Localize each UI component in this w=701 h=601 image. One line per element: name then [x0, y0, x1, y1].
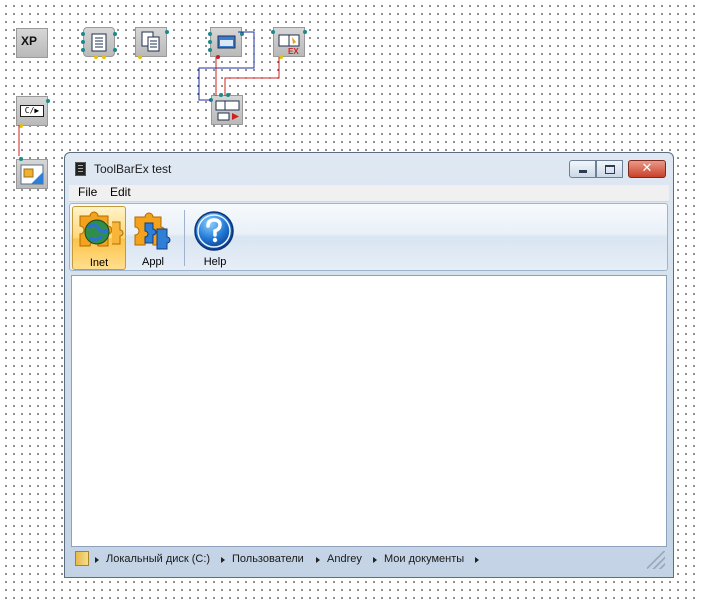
breadcrumb-users[interactable]: Пользователи [232, 553, 304, 565]
toolbar-button-inet[interactable]: Inet [72, 206, 126, 270]
breadcrumb-drive[interactable]: Локальный диск (C:) [106, 553, 210, 565]
toolbar-button-help[interactable]: Help [188, 206, 242, 270]
chevron-right-icon[interactable] [221, 557, 225, 563]
toolbar-separator [184, 210, 185, 266]
toolbar-label-inet: Inet [89, 257, 109, 269]
folder-icon[interactable] [75, 551, 89, 566]
wire-blue [198, 31, 255, 101]
minimize-button[interactable] [569, 160, 596, 178]
close-icon: ✕ [641, 161, 653, 176]
app-icon [75, 162, 86, 176]
menu-bar: File Edit [69, 185, 669, 202]
chevron-right-icon[interactable] [373, 557, 377, 563]
help-icon [194, 211, 234, 251]
window-title: ToolBarEx test [94, 162, 172, 176]
title-bar[interactable]: ToolBarEx test ✕ [65, 153, 673, 185]
close-button[interactable]: ✕ [628, 160, 666, 178]
content-area[interactable] [71, 275, 667, 547]
resize-grip[interactable] [647, 551, 665, 569]
app-window: ToolBarEx test ✕ File Edit Inet Appl Hel… [64, 152, 674, 578]
breadcrumb-user[interactable]: Andrey [327, 553, 362, 565]
toolbar-label-help: Help [203, 256, 227, 268]
toolbar-button-appl[interactable]: Appl [126, 206, 180, 270]
chevron-right-icon[interactable] [95, 557, 99, 563]
breadcrumb-documents[interactable]: Мои документы [384, 553, 464, 565]
toolbar: Inet Appl Help [69, 203, 668, 271]
chevron-right-icon[interactable] [475, 557, 479, 563]
wire-red-toolbarex [224, 57, 280, 96]
puzzle-icon [134, 212, 171, 250]
globe-puzzle-icon [79, 211, 124, 247]
status-bar: Локальный диск (C:) Пользователи Andrey … [71, 549, 667, 571]
menu-file[interactable]: File [78, 185, 97, 200]
chevron-right-icon[interactable] [316, 557, 320, 563]
menu-edit[interactable]: Edit [110, 185, 131, 200]
maximize-button[interactable] [596, 160, 623, 178]
toolbar-label-appl: Appl [141, 256, 165, 268]
